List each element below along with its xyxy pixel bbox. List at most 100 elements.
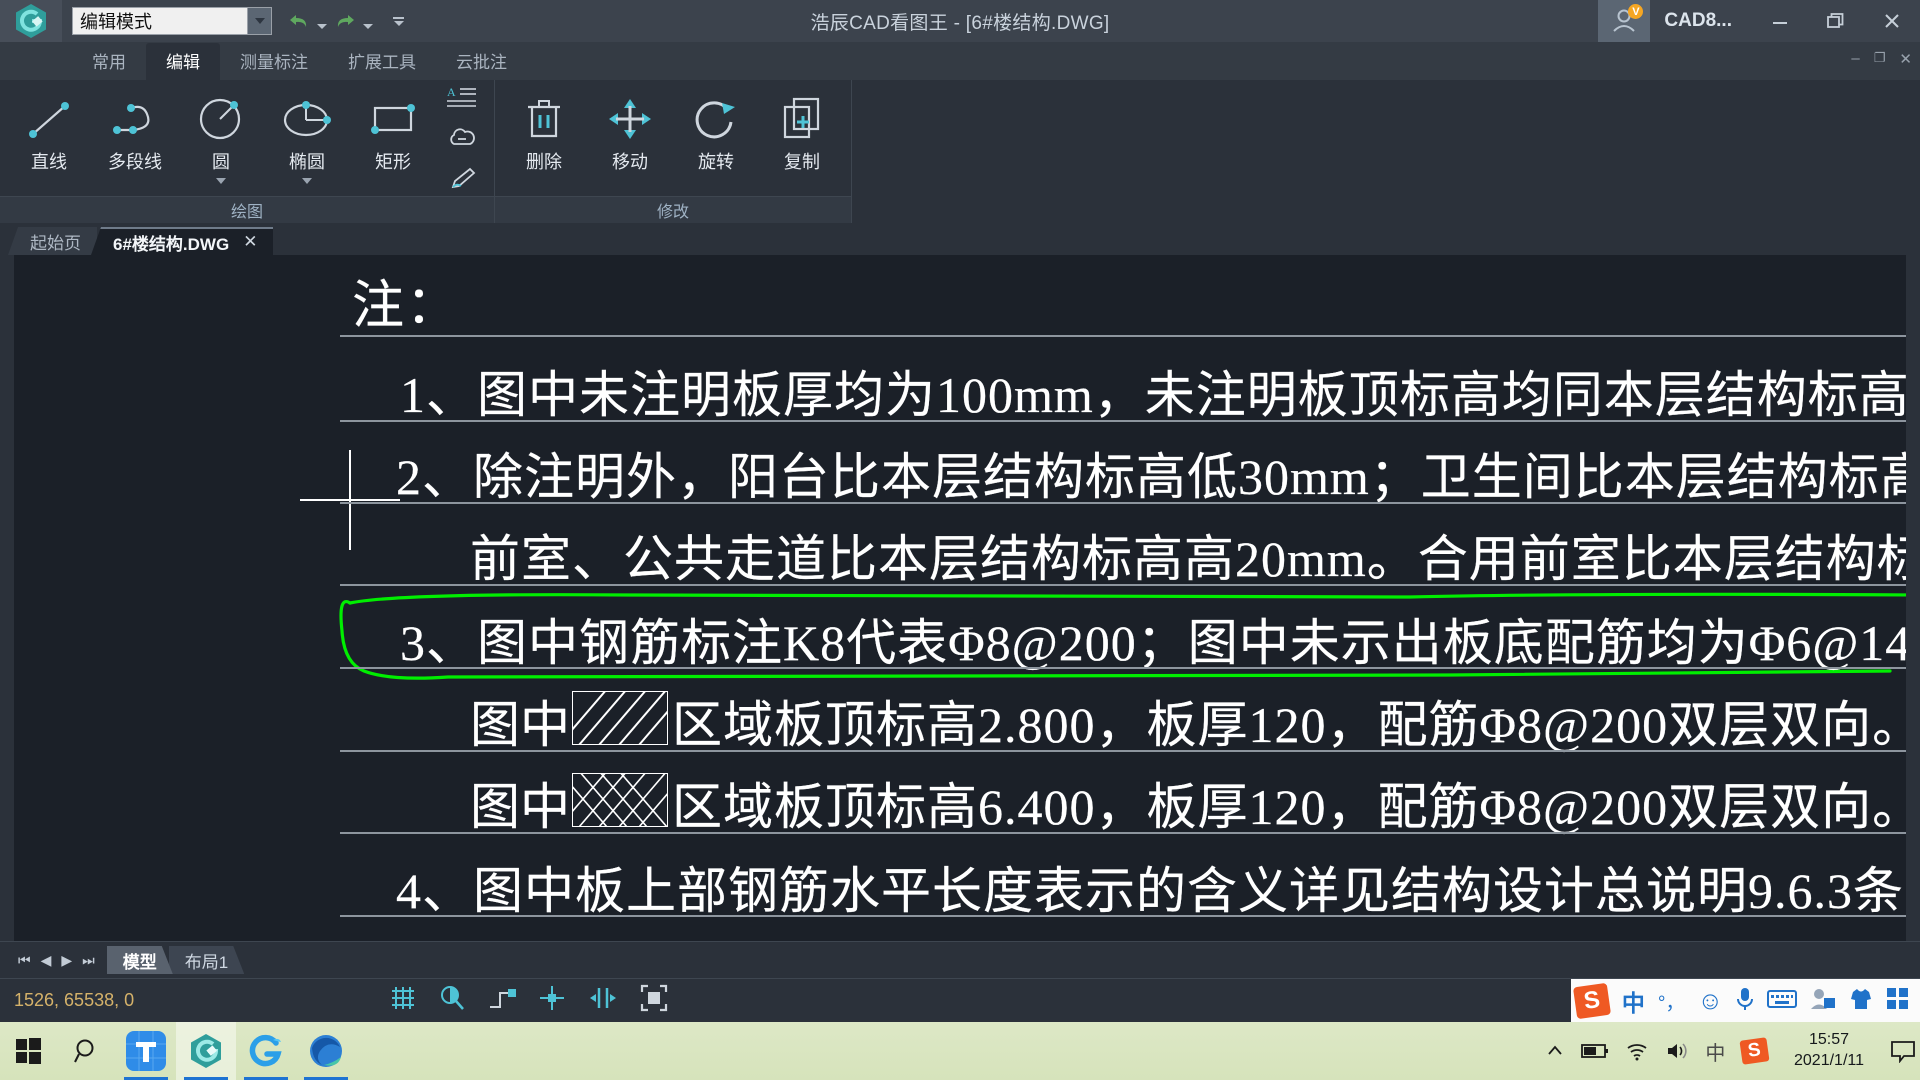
account-name[interactable]: CAD8...	[1650, 0, 1752, 42]
rotate-tool[interactable]: 旋转	[673, 84, 759, 192]
vertical-scrollbar[interactable]	[1906, 255, 1920, 941]
cloud-icon[interactable]	[442, 123, 482, 153]
ribbon-tab-cloud-annotate[interactable]: 云批注	[436, 43, 527, 80]
move-tool[interactable]: 移动	[587, 84, 673, 192]
pencil-icon[interactable]	[442, 163, 482, 193]
chevron-down-icon[interactable]	[247, 8, 271, 34]
ribbon-restore-button[interactable]: ❐	[1874, 50, 1886, 68]
last-layout-button[interactable]: ⏭	[82, 952, 95, 969]
chevron-down-icon[interactable]	[302, 178, 312, 184]
taskbar-clock[interactable]: 15:57 2021/1/11	[1784, 1030, 1874, 1072]
polyline-icon	[107, 92, 163, 146]
delete-tool[interactable]: 删除	[501, 84, 587, 192]
note-hatch-2-text: 区域板顶标高6.400，板厚120，配筋Φ8@200双层双向。	[672, 779, 1920, 835]
ime-indicator-icon[interactable]: 中	[1705, 1037, 1725, 1066]
punctuation-mode-icon[interactable]: °，	[1658, 988, 1685, 1015]
polar-track-icon[interactable]	[488, 985, 516, 1016]
line-tool-label: 直线	[31, 152, 67, 172]
doc-tab-drawing-label: 6#楼结构.DWG	[113, 234, 230, 254]
wifi-icon[interactable]	[1625, 1041, 1649, 1061]
document-tab-strip: 起始页 6#楼结构.DWG ✕	[0, 223, 1920, 255]
text-lines-icon[interactable]: A	[442, 83, 482, 113]
undo-button[interactable]	[286, 7, 312, 35]
line-tool[interactable]: 直线	[6, 84, 92, 192]
show-hidden-icons-button[interactable]	[1545, 1041, 1565, 1061]
close-icon[interactable]: ✕	[243, 232, 257, 252]
taskbar-app-tim[interactable]	[116, 1022, 176, 1080]
ribbon-tab-strip: 常用 编辑 测量标注 扩展工具 云批注	[0, 42, 1920, 80]
hatch-swatch-diagonal	[572, 691, 668, 745]
model-tab[interactable]: 模型	[107, 946, 173, 974]
prev-layout-button[interactable]: ◀	[41, 952, 52, 969]
note-2-text: 2、除注明外，阳台比本层结构标高低30mm；卫生间比本层结构标高低70	[396, 449, 1920, 505]
customize-qat-button[interactable]	[388, 7, 404, 35]
toolbox-icon[interactable]	[1886, 987, 1910, 1016]
divider-line	[340, 502, 1920, 504]
divider-line	[340, 915, 1920, 917]
chevron-down-icon[interactable]	[216, 178, 226, 184]
chinese-mode-icon[interactable]: 中	[1622, 984, 1645, 1018]
avatar[interactable]: V	[1598, 0, 1651, 42]
undo-dropdown[interactable]	[314, 7, 330, 35]
rectangle-icon	[365, 92, 421, 146]
magnifier-icon[interactable]	[438, 984, 466, 1017]
sogou-tray-icon[interactable]: S	[1739, 1037, 1770, 1065]
voice-input-icon[interactable]	[1736, 986, 1754, 1017]
ellipse-tool[interactable]: 椭圆	[264, 84, 350, 192]
ribbon-close-button[interactable]: ✕	[1899, 50, 1912, 68]
circle-tool[interactable]: 圆	[178, 84, 264, 192]
soft-keyboard-icon[interactable]	[1767, 988, 1797, 1015]
crosshair-cursor	[300, 450, 400, 550]
skin-icon[interactable]	[1849, 987, 1873, 1016]
draw-panel: 直线 多段线 圆 椭圆 矩形 A 绘图	[0, 80, 495, 223]
maximize-restore-button[interactable]	[1808, 0, 1864, 42]
emoji-icon[interactable]: ☺	[1697, 987, 1723, 1016]
edit-mode-combo[interactable]: 编辑模式	[72, 7, 272, 35]
redo-button[interactable]	[332, 7, 358, 35]
taskbar-app-sogou-browser[interactable]	[236, 1022, 296, 1080]
canvas-left-gutter	[0, 255, 14, 941]
ribbon-tab-extensions[interactable]: 扩展工具	[328, 43, 436, 80]
object-track-icon[interactable]	[588, 985, 618, 1016]
battery-icon[interactable]	[1581, 1042, 1609, 1060]
rectangle-tool-label: 矩形	[375, 152, 411, 172]
doc-tab-start-page[interactable]: 起始页	[8, 227, 97, 255]
doc-tab-drawing[interactable]: 6#楼结构.DWG ✕	[91, 227, 274, 255]
windows-taskbar: 中 S 15:57 2021/1/11	[0, 1022, 1920, 1080]
next-layout-button[interactable]: ▶	[61, 952, 72, 969]
copy-tool[interactable]: 复制	[759, 84, 845, 192]
polyline-tool[interactable]: 多段线	[92, 84, 178, 192]
notification-icon[interactable]	[1890, 1039, 1916, 1063]
doc-tab-start-page-label: 起始页	[30, 233, 81, 253]
ribbon-minimize-button[interactable]: –	[1851, 50, 1859, 68]
windows-start-icon[interactable]	[0, 1022, 58, 1080]
minimize-button[interactable]	[1752, 0, 1808, 42]
close-button[interactable]	[1864, 0, 1920, 42]
redo-dropdown[interactable]	[360, 7, 376, 35]
volume-icon[interactable]	[1665, 1041, 1689, 1061]
note-2-continuation-text: 前室、公共走道比本层结构标高高20mm。合用前室比本层结构标高高5	[470, 531, 1920, 587]
ribbon-tab-measure[interactable]: 测量标注	[220, 43, 328, 80]
sogou-browser-icon	[249, 1034, 282, 1067]
user-panel-icon[interactable]	[1810, 987, 1836, 1016]
first-layout-button[interactable]: ⏮	[18, 952, 31, 969]
grid-icon[interactable]	[390, 985, 416, 1016]
snap-crosshair-icon[interactable]	[538, 984, 566, 1017]
ribbon-window-controls: – ❐ ✕	[1851, 50, 1912, 68]
layout1-tab[interactable]: 布局1	[169, 946, 244, 974]
ribbon-tab-common[interactable]: 常用	[72, 43, 146, 80]
rotate-tool-label: 旋转	[698, 152, 734, 172]
drawing-canvas[interactable]: 注： 1、图中未注明板厚均为100mm，未注明板顶标高均同本层结构标高。 2、除…	[0, 255, 1920, 941]
fullscreen-icon[interactable]	[640, 984, 668, 1017]
divider-line	[340, 667, 1920, 669]
sogou-logo-icon[interactable]: S	[1572, 982, 1611, 1020]
modify-panel: 删除 移动 旋转 复制 修改	[495, 80, 852, 223]
ribbon-tab-edit[interactable]: 编辑	[146, 43, 220, 80]
system-tray: 中 S 15:57 2021/1/11	[1545, 1022, 1920, 1080]
search-icon[interactable]	[58, 1022, 116, 1080]
app-logo[interactable]	[0, 0, 62, 42]
divider-line	[340, 420, 1920, 422]
taskbar-app-edge[interactable]	[296, 1022, 356, 1080]
rectangle-tool[interactable]: 矩形	[350, 84, 436, 192]
taskbar-app-gstarcad-viewer[interactable]	[176, 1022, 236, 1080]
